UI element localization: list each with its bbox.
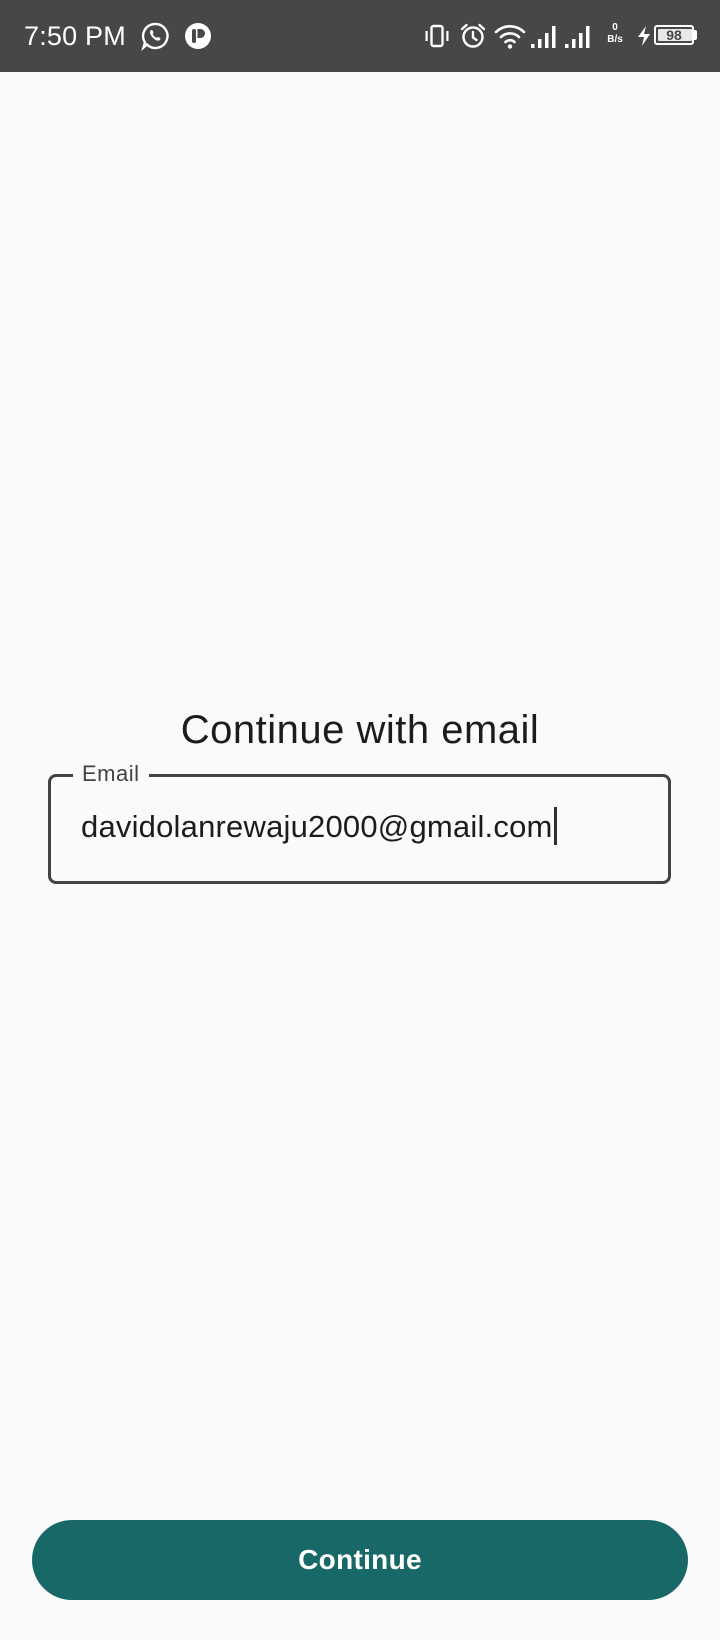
battery-icon: 98 xyxy=(654,25,694,45)
text-cursor xyxy=(553,807,557,845)
network-speed-unit: B/s xyxy=(607,34,623,45)
signal-icon xyxy=(564,22,594,55)
email-field[interactable]: Email davidolanrewaju2000@gmail.com xyxy=(48,759,671,884)
battery-nub xyxy=(694,30,697,40)
email-field-label: Email xyxy=(73,759,149,789)
email-login-screen: 7:50 PM 0 B/s 98 Continue with email Ema… xyxy=(0,0,720,1640)
network-speed-value: 0 xyxy=(612,22,618,33)
wifi-icon xyxy=(494,22,526,55)
alarm-icon xyxy=(459,22,487,55)
vibrate-icon xyxy=(423,22,451,55)
signal-icon xyxy=(530,22,560,55)
battery-level: 98 xyxy=(666,27,682,43)
continue-button[interactable]: Continue xyxy=(32,1520,688,1600)
whatsapp-icon xyxy=(140,21,170,56)
network-speed: 0 B/s xyxy=(602,22,628,46)
email-input[interactable]: davidolanrewaju2000@gmail.com xyxy=(81,809,553,844)
email-input-wrapper[interactable]: davidolanrewaju2000@gmail.com xyxy=(81,807,557,847)
charging-icon xyxy=(636,25,652,52)
app-notification-icon xyxy=(184,22,212,55)
status-bar: 7:50 PM 0 B/s 98 xyxy=(0,0,720,72)
status-time: 7:50 PM xyxy=(24,21,126,51)
page-title: Continue with email xyxy=(180,708,540,752)
